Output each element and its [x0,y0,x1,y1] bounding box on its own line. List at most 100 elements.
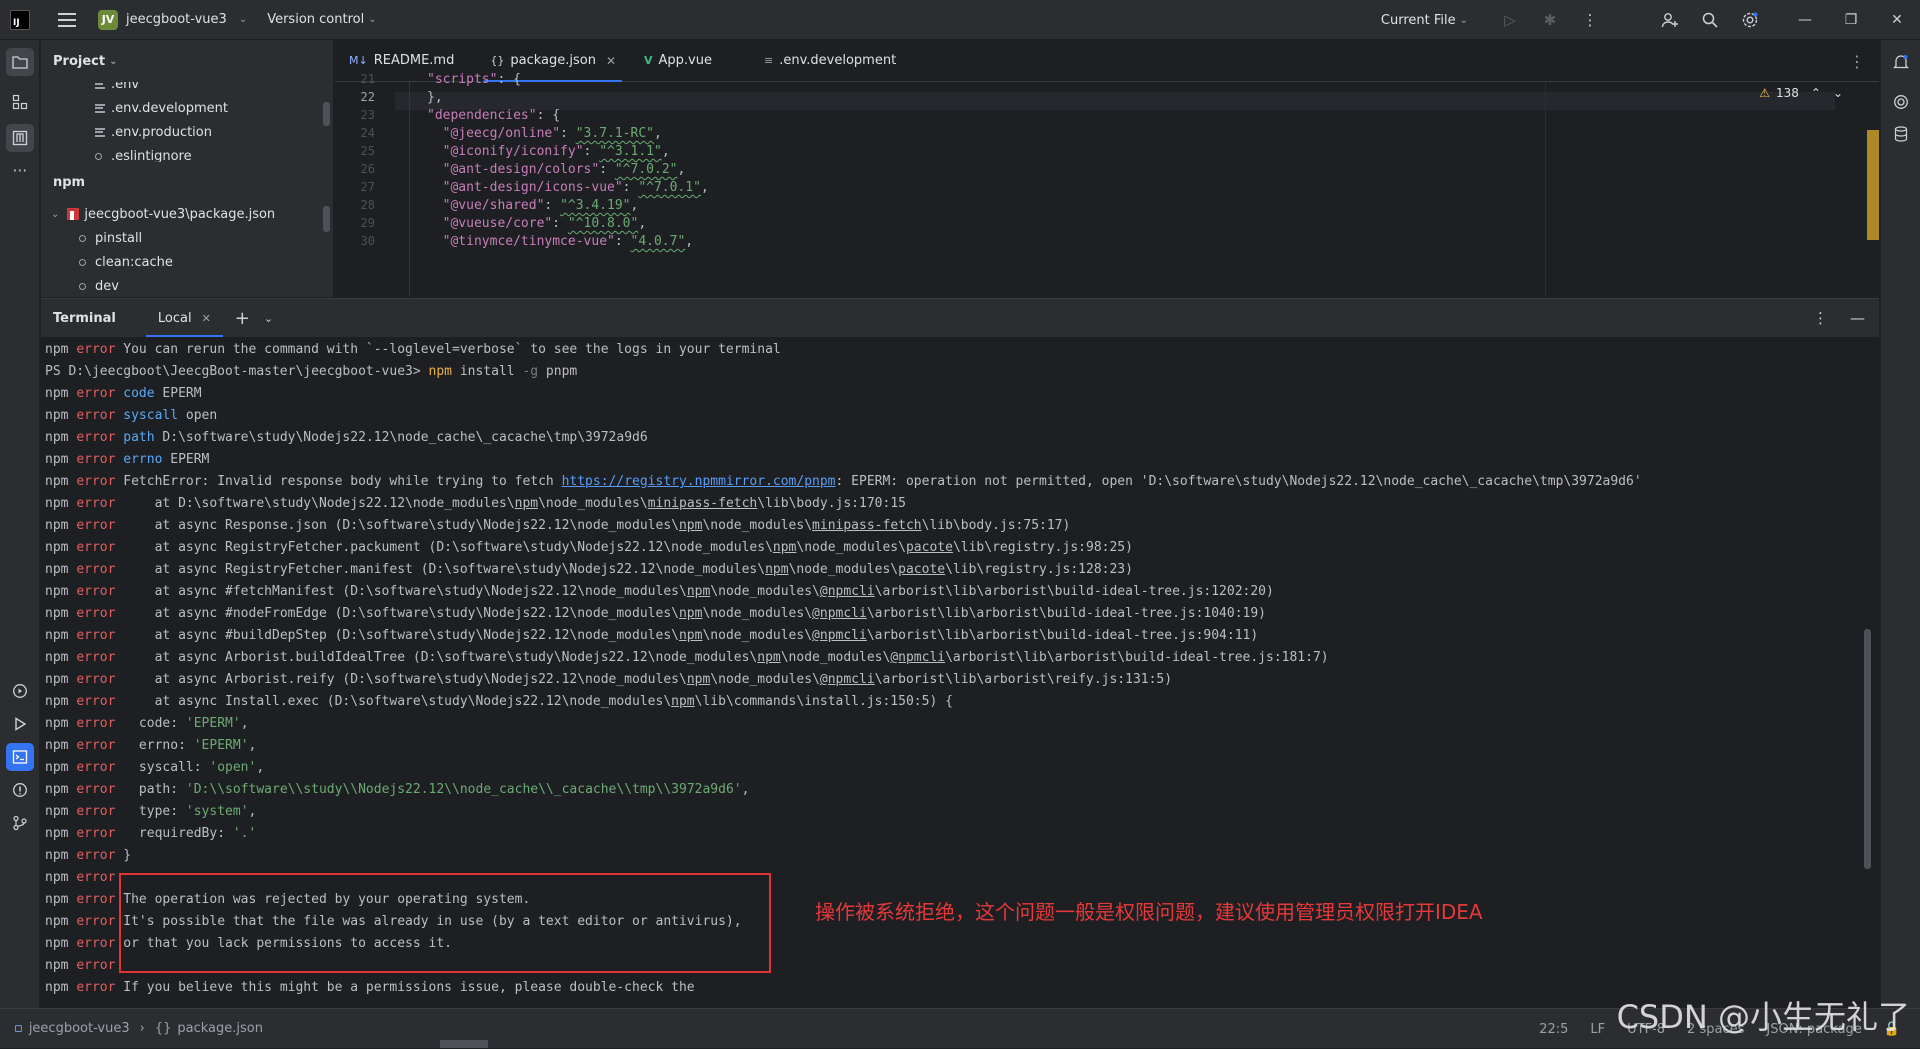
terminal-line: npm error errno: 'EPERM', [45,738,257,753]
annotation-text: 操作被系统拒绝，这个问题一般是权限问题，建议使用管理员权限打开IDEA [815,900,1483,924]
file-item[interactable]: .eslintignore [41,144,333,162]
tabs-more-icon[interactable]: ⋮ [1849,40,1865,82]
json-icon: {} [154,1021,172,1036]
line-separator[interactable]: LF [1590,1022,1605,1037]
services-tool-icon[interactable] [6,677,34,705]
file-item[interactable]: .env.development [41,96,333,120]
project-tool-icon[interactable] [6,48,34,76]
code-line: "@tinymce/tinymce-vue": "4.0.7", [442,234,694,249]
terminal-line: npm error code: 'EPERM', [45,716,249,731]
project-scrollbar[interactable] [323,102,330,126]
project-avatar: JV [98,9,118,30]
run-config-selector[interactable]: Current File ⌄ [1381,13,1468,28]
line-number: 25 [360,144,375,158]
terminal-tool-icon[interactable] [6,743,34,771]
tab-env-development[interactable]: ≡ .env.development [750,40,910,82]
chevron-right-icon: › [139,1021,145,1036]
line-number: 26 [360,162,375,176]
terminal-line: npm error at async RegistryFetcher.manif… [45,562,1133,577]
ai-assistant-icon[interactable] [1887,88,1915,116]
run-config-label: Current File [1380,12,1456,28]
settings-gear-icon[interactable] [1730,0,1770,40]
terminal-line: npm error You can rerun the command with… [45,342,781,357]
indent-guide [409,82,410,297]
terminal-line: npm error at async #nodeFromEdge (D:\sof… [45,606,1267,621]
minimize-button[interactable]: — [1782,0,1828,40]
editor-area: M↓ README.md {} package.json ✕ V App.vue ≡ .e… [335,40,1879,297]
hide-panel-icon[interactable]: — [1850,309,1865,327]
file-item[interactable]: .env [41,82,333,96]
search-icon[interactable] [1690,0,1730,40]
close-tab-icon[interactable]: ✕ [606,54,616,68]
terminal-line: npm error code EPERM [45,386,202,401]
run-tool-icon[interactable] [6,710,34,738]
chevron-up-icon[interactable]: ⌃ [1811,86,1821,100]
line-number: 27 [360,180,375,194]
chevron-down-icon: ⌄ [109,55,118,67]
add-user-icon[interactable] [1650,0,1690,40]
line-number: 28 [360,198,375,212]
project-selector[interactable]: JV jeecgboot-vue3 ⌄ [98,9,247,30]
intellij-logo-icon[interactable]: IJ [10,9,30,30]
file-item[interactable]: .env.production [41,120,333,144]
new-terminal-icon[interactable]: + [235,308,250,329]
tab-app-vue[interactable]: V App.vue [630,40,726,82]
chevron-down-icon[interactable]: ⌄ [264,312,273,325]
run-icon[interactable]: ▷ [1490,0,1530,40]
terminal-line: npm error syscall open [45,408,218,423]
close-tab-icon[interactable]: ✕ [202,312,211,325]
title-bar: IJ JV jeecgboot-vue3 ⌄ Version control ⌄ C… [0,0,1920,40]
chevron-down-icon[interactable]: ⌄ [51,209,59,220]
notifications-bell-icon[interactable] [1887,48,1915,76]
terminal-options-icon[interactable]: ⋮ [1813,309,1828,327]
terminal-line: npm error at async Response.json (D:\sof… [45,518,1071,533]
code-line: "@ant-design/icons-vue": "^7.0.1", [442,180,709,195]
problems-tool-icon[interactable] [6,776,34,804]
right-margin-guide [1545,82,1546,297]
npm-tool-icon[interactable] [6,124,34,152]
npm-script-item[interactable]: pinstall [41,226,333,250]
breadcrumb-project[interactable]: jeecgboot-vue3 [29,1021,130,1036]
chevron-down-icon[interactable]: ⌄ [1833,86,1843,100]
chevron-down-icon: ⌄ [1459,14,1468,26]
resize-handle[interactable] [440,1040,488,1048]
code-line: "@ant-design/colors": "^7.0.2", [442,162,686,177]
structure-tool-icon[interactable] [6,88,34,116]
terminal-line: npm error at async #buildDepStep (D:\sof… [45,628,1259,643]
npm-scrollbar[interactable] [323,206,330,232]
npm-panel-title: npm [53,174,86,190]
code-line: "dependencies": { [427,108,561,123]
close-window-button[interactable]: ✕ [1874,0,1920,40]
project-panel-title[interactable]: Project ⌄ [41,40,333,82]
line-number: 29 [360,216,375,230]
terminal-scrollbar[interactable] [1864,629,1871,869]
npm-script-item[interactable]: clean:cache [41,250,333,274]
terminal-header: Terminal Local ✕ + ⌄ ⋮ — [41,299,1879,337]
more-actions-icon[interactable]: ⋮ [1570,0,1610,40]
restore-button[interactable]: ❐ [1828,0,1874,40]
terminal-line: npm error at D:\software\study\Nodejs22.… [45,496,906,511]
terminal-line: npm error at async Install.exec (D:\soft… [45,694,953,709]
editor-scrollbar[interactable] [1867,130,1879,240]
line-number: 24 [360,126,375,140]
debug-icon[interactable]: ✱ [1530,0,1570,40]
eslint-ignore-icon [95,152,102,160]
database-icon[interactable] [1887,120,1915,148]
breadcrumb-file[interactable]: package.json [177,1021,263,1036]
right-tool-strip [1880,40,1920,1008]
main-menu-icon[interactable] [58,12,76,27]
npm-script-item[interactable]: dev [41,274,333,297]
warning-icon: ⚠ [1759,86,1770,100]
cursor-position[interactable]: 22:5 [1539,1022,1568,1037]
line-number: 30 [360,234,375,248]
git-tool-icon[interactable] [6,809,34,837]
terminal-line: npm error If you believe this might be a… [45,980,695,995]
version-control-menu[interactable]: Version control ⌄ [267,12,376,27]
line-number: 23 [360,108,375,122]
more-tools-icon[interactable]: ⋯ [6,156,34,184]
inspection-widget[interactable]: ⚠ 138 ⌃ ⌄ [1759,86,1843,100]
editor-tabs: M↓ README.md {} package.json ✕ V App.vue ≡ .e… [335,40,1879,82]
npm-package-root[interactable]: ⌄ jeecgboot-vue3\package.json [41,202,333,226]
tab-terminal-local[interactable]: Local ✕ [145,299,223,337]
terminal-line: npm error at async Arborist.reify (D:\so… [45,672,1173,687]
